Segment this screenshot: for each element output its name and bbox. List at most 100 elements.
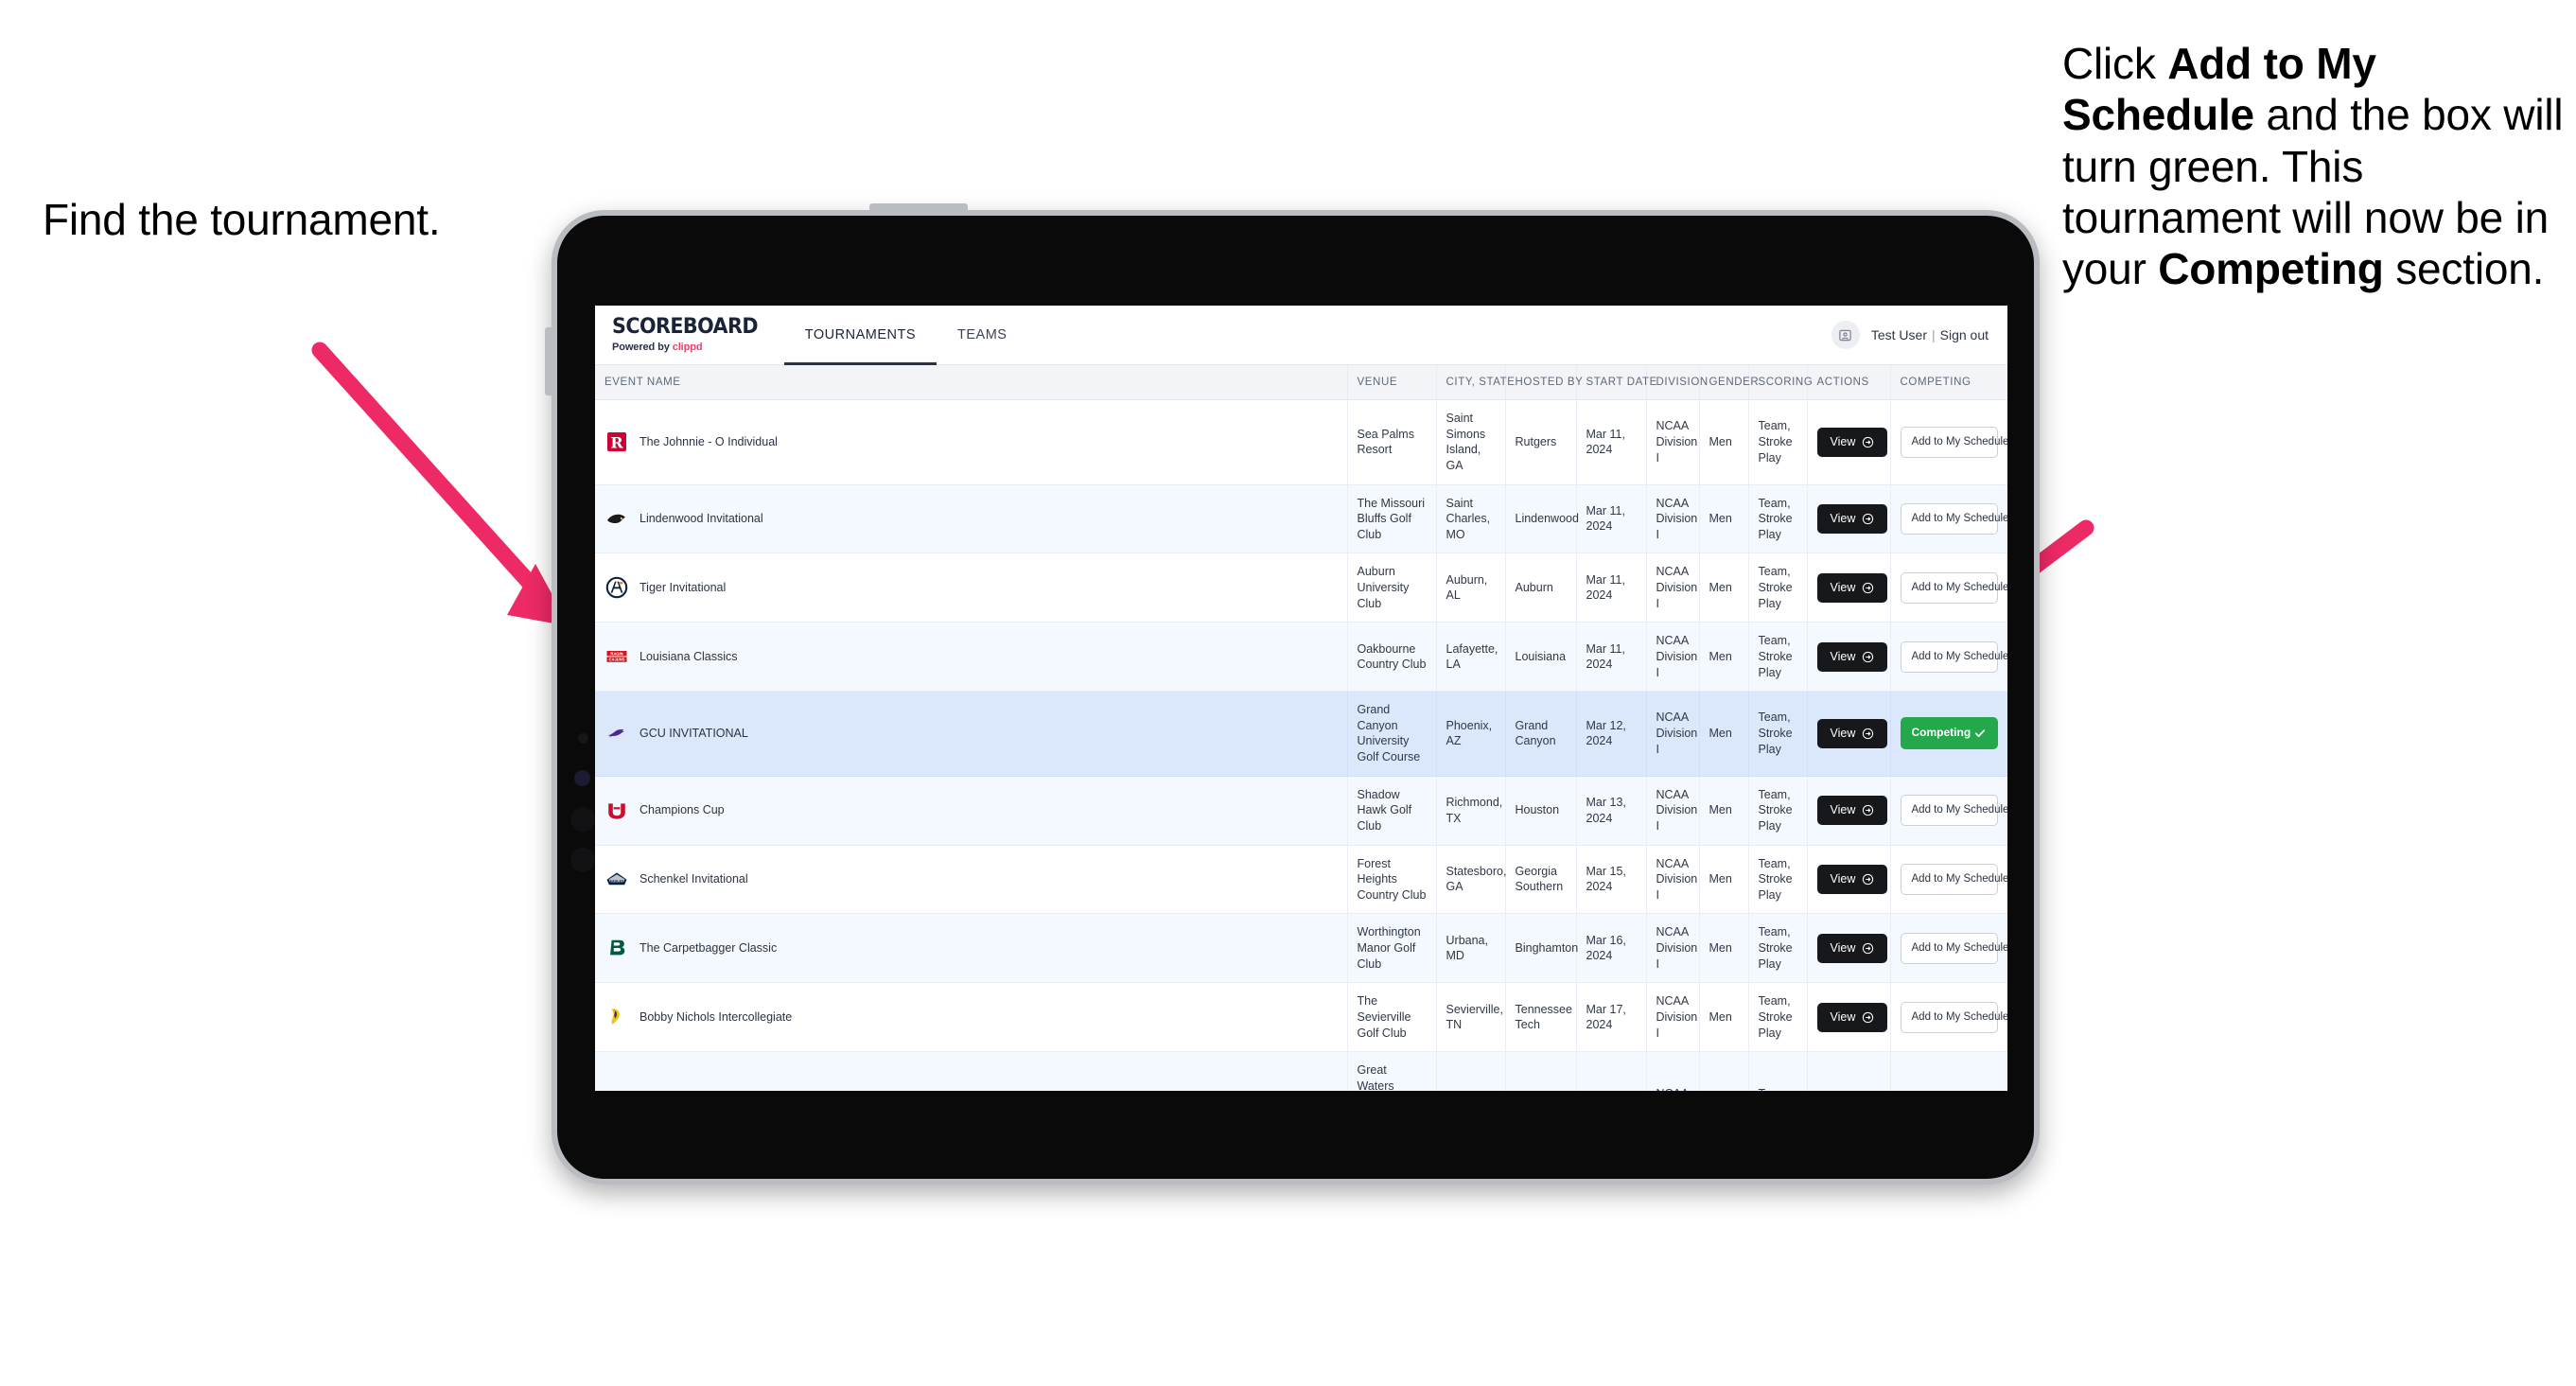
cell-venue: Grand Canyon University Golf Course (1347, 691, 1437, 777)
sign-out-link[interactable]: Sign out (1940, 327, 1989, 342)
brand-logo[interactable]: SCOREBOARD Powered by clippd (595, 306, 784, 364)
annotation-right-part1: Click (2062, 39, 2168, 88)
table-row[interactable]: Lindenwood Invitational The Missouri Blu… (595, 484, 2007, 554)
table-row[interactable]: GCU INVITATIONAL Grand Canyon University… (595, 691, 2007, 777)
table-row[interactable]: Bobby Nichols Intercollegiate The Sevier… (595, 982, 2007, 1053)
view-button[interactable]: View (1816, 427, 1888, 457)
view-button[interactable]: View (1816, 573, 1888, 603)
cell-venue: Oakbourne Country Club (1347, 622, 1437, 693)
cell-event-name: GCU INVITATIONAL (595, 691, 1348, 777)
table-row[interactable]: EAGLES Schenkel Invitational Forest Heig… (595, 845, 2007, 915)
event-name-text: Louisiana Classics (640, 649, 738, 663)
competing-button[interactable]: Competing (1900, 717, 1998, 750)
col-start-date[interactable]: START DATE (1576, 365, 1656, 400)
cell-division: NCAA Division I (1646, 982, 1700, 1053)
cell-actions: View (1807, 553, 1891, 623)
annotation-left: Find the tournament. (43, 194, 449, 245)
cell-gender: Men (1699, 484, 1749, 554)
cell-competing: Add to My Schedule+ (1890, 1051, 2007, 1091)
table-header-row: EVENT NAME VENUE CITY, STATE HOSTED BY S… (595, 365, 2007, 400)
cell-venue: The Missouri Bluffs Golf Club (1347, 484, 1437, 554)
add-to-my-schedule-label: Add to My Schedule (1911, 512, 2008, 524)
add-to-my-schedule-button[interactable]: Add to My Schedule+ (1900, 426, 2007, 458)
view-label: View (1830, 581, 1856, 594)
user-separator: | (1931, 327, 1936, 342)
tournaments-table-container[interactable]: EVENT NAME VENUE CITY, STATE HOSTED BY S… (595, 365, 2007, 1091)
cell-event-name: R The Johnnie - O Individual (595, 399, 1348, 485)
cell-actions: View (1807, 691, 1891, 777)
cell-division: NCAA Division I (1646, 1051, 1700, 1091)
cell-hosted-by: Binghamton (1505, 913, 1578, 984)
header-user-area: Test User | Sign out (1831, 306, 2007, 364)
georgia-southern-logo: EAGLES (605, 867, 629, 891)
tablet-device: SCOREBOARD Powered by clippd TOURNAMENTS… (545, 203, 2040, 1184)
view-button[interactable]: View (1816, 719, 1888, 748)
table-row[interactable]: Tiger Invitational Auburn University Clu… (595, 553, 2007, 623)
view-button[interactable]: View (1816, 641, 1888, 672)
cell-competing: Add to My Schedule+ (1890, 845, 2007, 915)
table-row[interactable]: R The Johnnie - O Individual Sea Palms R… (595, 399, 2007, 485)
cell-division: NCAA Division I (1646, 622, 1700, 693)
tennessee-tech-logo (605, 1005, 629, 1029)
cell-scoring: Team, Stroke Play (1748, 553, 1808, 623)
cell-gender: Men (1699, 553, 1749, 623)
col-competing[interactable]: COMPETING (1890, 365, 2007, 400)
cell-scoring: Team, Stroke Play (1748, 484, 1808, 554)
col-hosted-by[interactable]: HOSTED BY (1505, 365, 1583, 400)
cell-division: NCAA Division I (1646, 776, 1700, 846)
add-to-my-schedule-button[interactable]: Add to My Schedule+ (1900, 932, 2007, 964)
tablet-volume-button[interactable] (545, 327, 553, 395)
app-screen: SCOREBOARD Powered by clippd TOURNAMENTS… (595, 306, 2007, 1091)
col-venue[interactable]: VENUE (1347, 365, 1437, 400)
table-row[interactable]: RAGIN CAJUNS Louisiana Classics Oakbourne… (595, 622, 2007, 693)
view-button[interactable]: View (1816, 1002, 1888, 1032)
add-to-my-schedule-label: Add to My Schedule (1911, 581, 2008, 593)
cell-hosted-by: Tennessee Tech (1505, 982, 1577, 1053)
table-row[interactable]: Linger Longer Invitational Great Waters … (595, 1051, 2007, 1091)
add-to-my-schedule-button[interactable]: Add to My Schedule+ (1900, 502, 2007, 535)
lindenwood-logo (605, 506, 629, 531)
col-event-name[interactable]: EVENT NAME (595, 365, 1348, 400)
view-label: View (1830, 434, 1856, 448)
cell-scoring: Team, Stroke Play (1748, 982, 1808, 1053)
add-to-my-schedule-button[interactable]: Add to My Schedule+ (1900, 571, 2007, 604)
view-button[interactable]: View (1816, 796, 1888, 825)
cell-gender: Men (1699, 776, 1749, 846)
cell-start-date: Mar 16, 2024 (1576, 913, 1647, 984)
view-button[interactable]: View (1816, 934, 1888, 963)
add-to-my-schedule-button[interactable]: Add to My Schedule+ (1900, 863, 2007, 896)
cell-hosted-by: Rutgers (1505, 399, 1577, 485)
tab-tournaments[interactable]: TOURNAMENTS (783, 306, 938, 365)
view-button[interactable]: View (1816, 504, 1888, 534)
table-row[interactable]: The Carpetbagger Classic Worthington Man… (595, 913, 2007, 984)
tab-teams[interactable]: TEAMS (937, 306, 1028, 364)
add-to-my-schedule-button[interactable]: Add to My Schedule+ (1900, 1001, 2007, 1033)
view-button[interactable]: View (1816, 865, 1888, 894)
cell-scoring: Team, Stroke Play (1748, 691, 1808, 777)
add-to-my-schedule-button[interactable]: Add to My Schedule+ (1900, 640, 2007, 673)
app-header: SCOREBOARD Powered by clippd TOURNAMENTS… (595, 306, 2007, 365)
brand-tagline-prefix: Powered by (612, 342, 673, 353)
annotation-right-part3: section. (2383, 244, 2545, 294)
cell-scoring: Team, Stroke Play (1748, 845, 1808, 915)
cell-city-state: Phoenix, AZ (1436, 691, 1506, 777)
cell-event-name: EAGLES Schenkel Invitational (595, 845, 1348, 915)
cell-city-state: Eatonton, GA (1436, 1051, 1506, 1091)
user-avatar-icon[interactable] (1831, 321, 1860, 349)
table-row[interactable]: Champions Cup Shadow Hawk Golf Club Rich… (595, 776, 2007, 846)
louisiana-logo: RAGIN CAJUNS (605, 644, 629, 669)
clippd-wordmark: clippd (672, 342, 703, 353)
add-to-my-schedule-label: Add to My Schedule (1911, 872, 2008, 885)
col-city-state[interactable]: CITY, STATE (1436, 365, 1515, 400)
cell-actions: View (1807, 622, 1891, 693)
cell-event-name: Linger Longer Invitational (595, 1051, 1348, 1091)
cell-event-name: Tiger Invitational (595, 553, 1348, 623)
col-actions[interactable]: ACTIONS (1807, 365, 1891, 400)
tablet-power-button[interactable] (869, 203, 968, 212)
cell-competing: Competing (1890, 691, 2007, 777)
cell-event-name: Lindenwood Invitational (595, 484, 1348, 554)
cell-start-date: Mar 13, 2024 (1576, 776, 1647, 846)
cell-competing: Add to My Schedule+ (1890, 622, 2007, 693)
add-to-my-schedule-button[interactable]: Add to My Schedule+ (1900, 794, 2007, 827)
competing-label: Competing (1911, 726, 1971, 740)
